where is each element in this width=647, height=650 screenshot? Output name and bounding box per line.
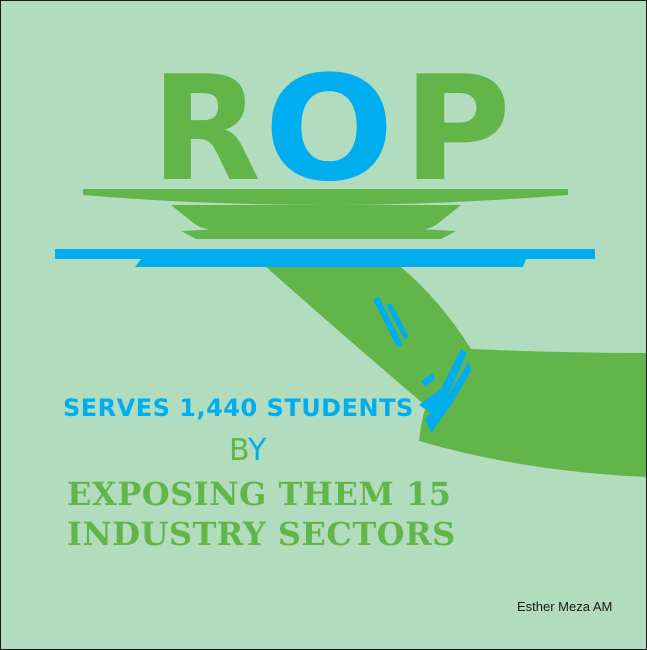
by-line: BY (229, 433, 266, 468)
headline-letter-p: P (403, 45, 511, 214)
serves-line: SERVES 1,440 STUDENTS (63, 394, 414, 422)
tray-underside (135, 259, 526, 267)
poster: R O P SERVES 1,440 STUDENTS BY EXPOSING … (0, 0, 647, 650)
industry-line: INDUSTRY SECTORS (67, 515, 456, 553)
serving-plate (83, 189, 568, 239)
author-credit: Esther Meza AM (517, 599, 613, 614)
headline-letter-o: O (264, 45, 394, 214)
tray-bar (55, 249, 595, 259)
by-letter-b: B (229, 433, 248, 468)
exposing-line: EXPOSING THEM 15 (67, 475, 452, 513)
headline-letter-r: R (151, 45, 261, 214)
by-letter-y: Y (247, 433, 267, 468)
headline-rop: R O P (151, 45, 511, 214)
